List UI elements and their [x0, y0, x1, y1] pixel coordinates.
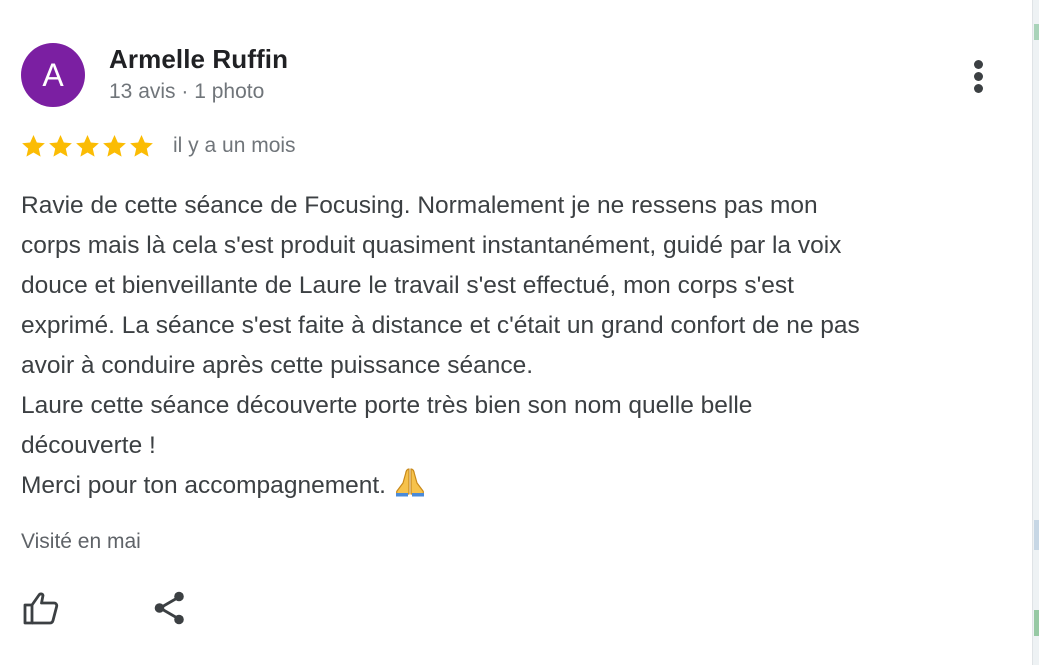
share-icon	[154, 591, 184, 625]
avatar-initial: A	[42, 57, 64, 93]
star-rating	[20, 133, 155, 161]
review-text-line: Laure cette séance découverte porte très…	[21, 392, 753, 419]
review-text-line: douce et bienveillante de Laure le trava…	[21, 272, 794, 299]
review-text: Ravie de cette séance de Focusing. Norma…	[21, 186, 1011, 506]
star-icon	[130, 135, 153, 157]
thumb-up-icon	[23, 592, 59, 625]
review-text-line: avoir à conduire après cette puissance s…	[21, 352, 534, 379]
review-text-line: Ravie de cette séance de Focusing. Norma…	[21, 192, 818, 219]
star-icon	[49, 135, 72, 157]
like-button[interactable]	[22, 588, 62, 628]
review-text-line: découverte !	[21, 432, 156, 459]
more-options-button[interactable]	[964, 56, 994, 96]
folded-hands-icon	[395, 468, 424, 497]
avatar[interactable]: A	[21, 43, 85, 107]
star-icon	[103, 135, 126, 157]
star-icon	[22, 135, 45, 157]
review-time: il y a un mois	[173, 134, 296, 157]
author-meta[interactable]: 13 avis · 1 photo	[109, 80, 264, 104]
review-text-line: exprimé. La séance s'est faite à distanc…	[21, 312, 860, 339]
star-icon	[76, 135, 99, 157]
review-text-line: corps mais là cela s'est produit quasime…	[21, 232, 842, 259]
page-edge	[1032, 0, 1039, 665]
review-card: A Armelle Ruffin 13 avis · 1 photo il y …	[0, 0, 1032, 665]
review-text-line-last: Merci pour ton accompagnement.	[21, 466, 1011, 506]
review-text-line: Merci pour ton accompagnement.	[21, 472, 386, 499]
author-name[interactable]: Armelle Ruffin	[109, 44, 288, 75]
visit-date: Visité en mai	[21, 530, 141, 553]
share-button[interactable]	[150, 588, 190, 628]
